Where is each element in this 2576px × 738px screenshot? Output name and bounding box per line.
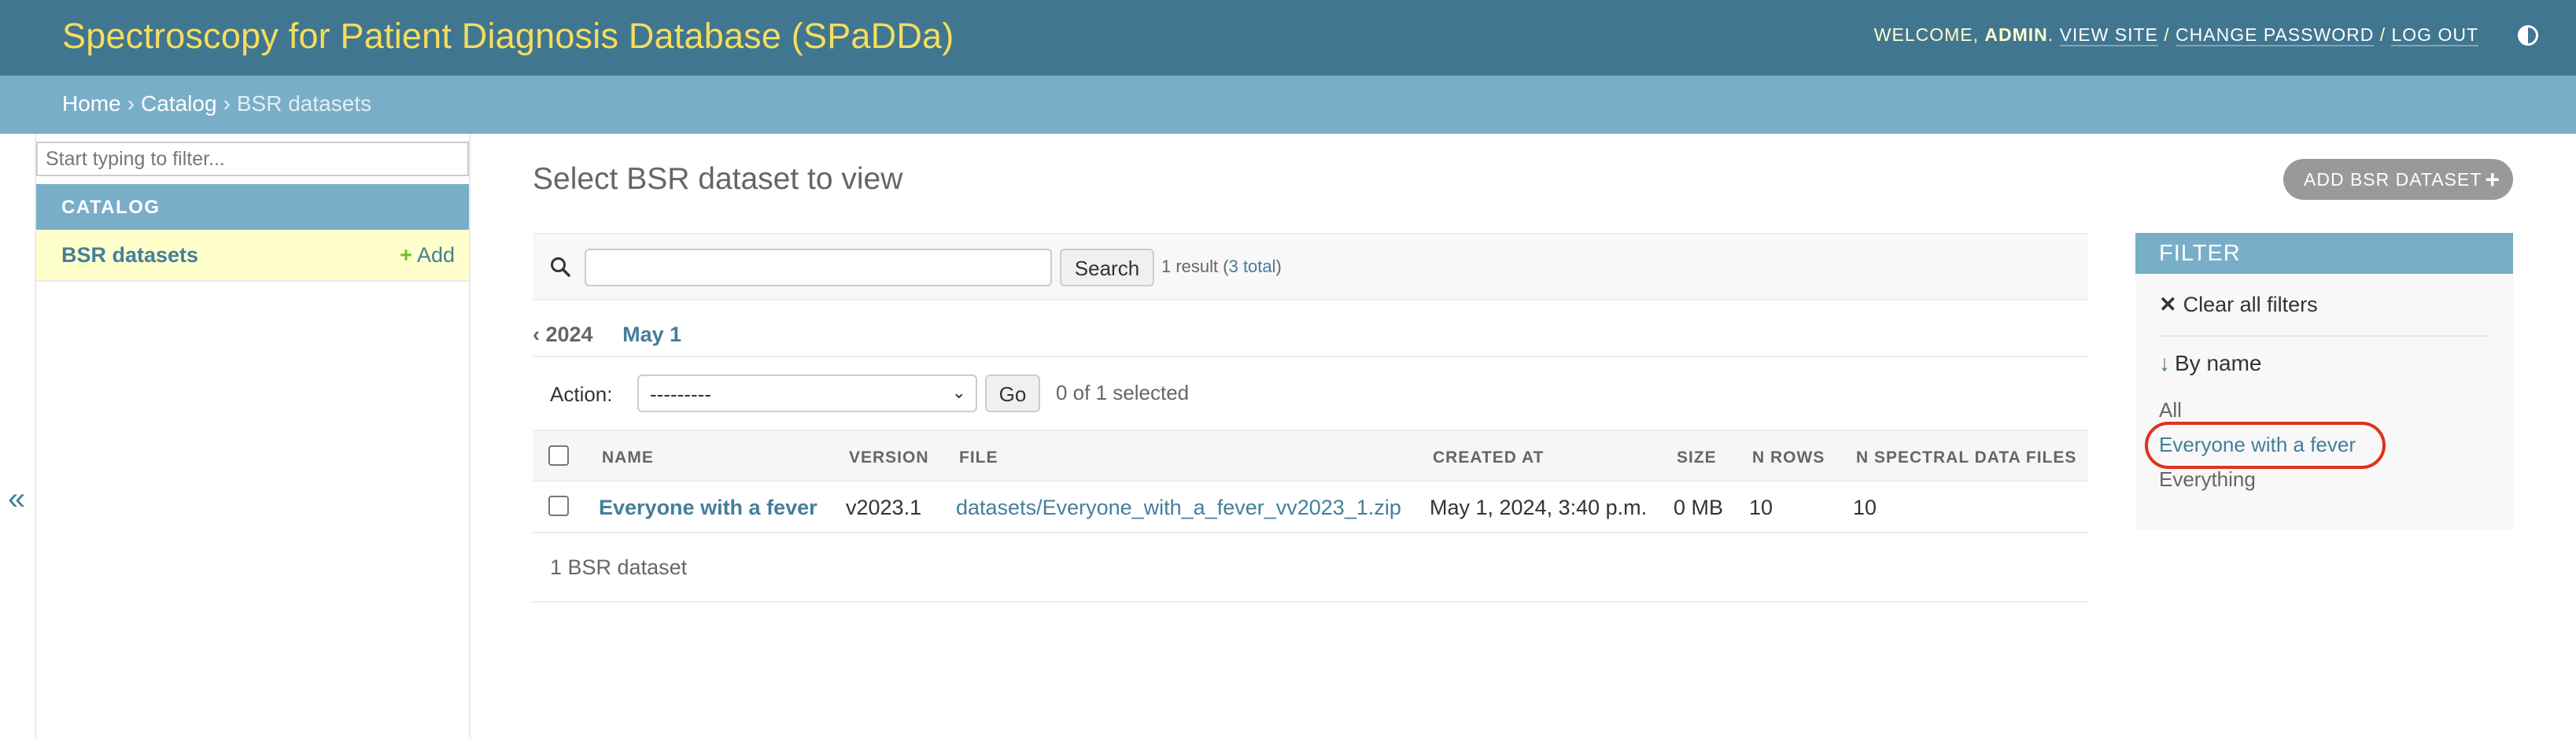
collapse-sidebar-icon[interactable]: « xyxy=(8,482,25,517)
search-icon xyxy=(551,257,570,277)
user-tools: WELCOME, ADMIN. VIEW SITE / CHANGE PASSW… xyxy=(1873,24,2478,46)
breadcrumb-catalog[interactable]: Catalog xyxy=(141,91,217,116)
go-button[interactable]: Go xyxy=(985,375,1040,412)
breadcrumb: Home › Catalog › BSR datasets xyxy=(0,76,2576,134)
date-back-link[interactable]: ‹ 2024 xyxy=(533,323,593,346)
row-created-at: May 1, 2024, 3:40 p.m. xyxy=(1430,496,1648,519)
search-input[interactable] xyxy=(585,249,1052,286)
row-version: v2023.1 xyxy=(846,496,922,519)
filter-section-title: By name xyxy=(2175,351,2262,375)
close-icon: ✕ xyxy=(2159,293,2177,316)
column-header-n-rows[interactable]: N ROWS xyxy=(1752,448,1825,467)
column-header-name[interactable]: NAME xyxy=(602,448,654,467)
theme-toggle-icon[interactable] xyxy=(2518,25,2538,46)
filter-option-all[interactable]: All xyxy=(2159,398,2182,423)
add-bsr-dataset-button[interactable]: ADD BSR DATASET + xyxy=(2283,159,2513,200)
table-header: NAME VERSION FILE CREATED AT SIZE N ROWS… xyxy=(533,430,2088,482)
row-checkbox[interactable] xyxy=(548,496,569,516)
separator: / xyxy=(2164,24,2170,45)
select-all-checkbox[interactable] xyxy=(548,445,569,466)
divider xyxy=(533,356,2088,357)
date-hierarchy: ‹ 2024 May 1 xyxy=(533,323,681,347)
row-size: 0 MB xyxy=(1674,496,1724,519)
row-n-rows: 10 xyxy=(1749,496,1773,519)
breadcrumb-separator: › xyxy=(223,91,231,116)
site-header: Spectroscopy for Patient Diagnosis Datab… xyxy=(0,0,2576,76)
breadcrumb-separator: › xyxy=(127,91,135,116)
page-title: Select BSR dataset to view xyxy=(533,162,903,196)
chevron-down-icon: ⌄ xyxy=(951,382,966,402)
result-count-close: ) xyxy=(1275,256,1282,276)
row-name-link[interactable]: Everyone with a fever xyxy=(599,496,817,520)
site-name[interactable]: Spectroscopy for Patient Diagnosis Datab… xyxy=(62,16,954,57)
welcome-text: WELCOME, xyxy=(1873,24,1979,45)
column-header-version[interactable]: VERSION xyxy=(849,448,929,467)
search-button[interactable]: Search xyxy=(1060,249,1154,286)
filter-panel: FILTER ✕ Clear all filters ↓ By name All E… xyxy=(2135,233,2513,530)
filter-section-by-name[interactable]: ↓ By name xyxy=(2159,351,2262,376)
view-site-link[interactable]: VIEW SITE xyxy=(2059,24,2158,46)
nav-filter-input[interactable]: Start typing to filter... xyxy=(36,142,469,176)
paginator: 1 BSR dataset xyxy=(533,533,2088,603)
action-select[interactable]: --------- ⌄ xyxy=(637,375,977,412)
breadcrumb-home[interactable]: Home xyxy=(62,91,121,116)
sidebar-add-link[interactable]: + Add xyxy=(400,243,455,268)
plus-icon: + xyxy=(2485,165,2500,194)
add-label: Add xyxy=(416,243,455,267)
column-header-file[interactable]: FILE xyxy=(959,448,998,467)
separator: / xyxy=(2379,24,2386,45)
log-out-link[interactable]: LOG OUT xyxy=(2391,24,2478,46)
change-password-link[interactable]: CHANGE PASSWORD xyxy=(2176,24,2375,46)
app-catalog-header[interactable]: CATALOG xyxy=(36,184,469,230)
sidebar-item-bsr-datasets: BSR datasets + Add xyxy=(36,230,469,282)
username: ADMIN xyxy=(1984,24,2048,45)
plus-icon: + xyxy=(400,243,412,267)
result-count-text: 1 result ( xyxy=(1161,256,1229,276)
table-row: Everyone with a fever v2023.1 datasets/E… xyxy=(533,482,2088,533)
filter-title: FILTER xyxy=(2135,233,2513,274)
row-file-link[interactable]: datasets/Everyone_with_a_fever_vv2023_1.… xyxy=(956,496,1401,520)
paginator-count: 1 BSR dataset xyxy=(550,555,688,579)
selection-counter: 0 of 1 selected xyxy=(1056,381,1190,404)
column-header-n-spectral-data-files[interactable]: N SPECTRAL DATA FILES xyxy=(1856,448,2076,467)
result-count: 1 result (3 total) xyxy=(1161,256,1282,277)
highlight-annotation xyxy=(2145,422,2386,469)
action-select-value: --------- xyxy=(650,382,711,406)
search-toolbar: Search 1 result (3 total) xyxy=(533,233,2088,301)
total-count-link[interactable]: 3 total xyxy=(1229,256,1276,276)
filter-option-everything[interactable]: Everything xyxy=(2159,467,2256,492)
arrow-down-icon: ↓ xyxy=(2159,351,2170,375)
actions-bar: Action: --------- ⌄ Go 0 of 1 selected xyxy=(533,370,2088,417)
clear-all-filters-link[interactable]: ✕ Clear all filters xyxy=(2159,293,2318,317)
clear-all-filters-label: Clear all filters xyxy=(2183,293,2318,316)
divider xyxy=(2159,335,2489,337)
breadcrumb-current: BSR datasets xyxy=(236,91,372,116)
row-n-spectral-data-files: 10 xyxy=(1853,496,1877,519)
date-day-link[interactable]: May 1 xyxy=(622,323,681,346)
column-header-created-at[interactable]: CREATED AT xyxy=(1433,448,1544,467)
sidebar-item-label[interactable]: BSR datasets xyxy=(61,243,198,268)
add-button-label: ADD BSR DATASET xyxy=(2304,169,2482,190)
column-header-size[interactable]: SIZE xyxy=(1677,448,1717,467)
action-label: Action: xyxy=(550,382,613,406)
